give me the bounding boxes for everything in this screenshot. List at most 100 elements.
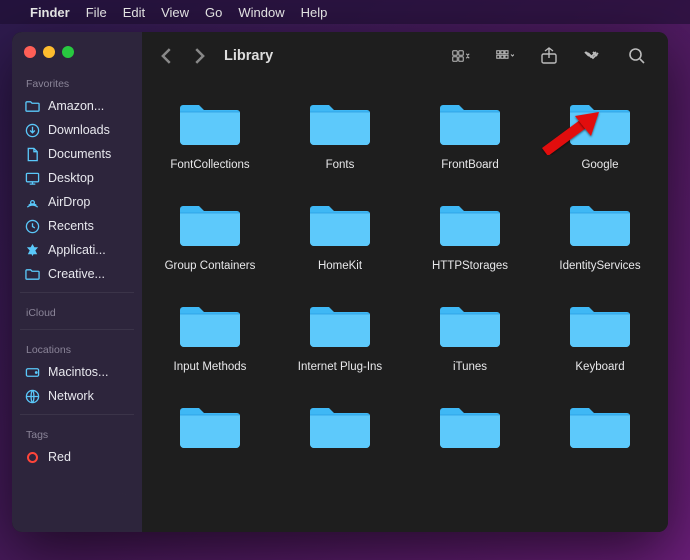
sidebar-item-network[interactable]: Network [12,384,142,408]
sidebar-section-label: Tags [12,421,142,445]
folder-label: iTunes [453,361,487,373]
sidebar-item-label: AirDrop [48,195,90,209]
folder-icon [568,98,632,153]
folder-icon [178,98,242,153]
folder-icon [178,401,242,456]
folder-item[interactable] [280,401,400,462]
folder-icon [438,98,502,153]
folder-icon [308,98,372,153]
folder-icon [308,401,372,456]
back-button[interactable] [156,45,178,67]
sidebar-item-airdrop[interactable]: AirDrop [12,190,142,214]
folder-label: FontCollections [170,159,249,171]
folder-icon [308,300,372,355]
download-icon [24,122,40,138]
folder-item[interactable] [410,401,530,462]
folder-label: Internet Plug-Ins [298,361,382,373]
folder-google[interactable]: Google [540,98,660,171]
window-controls [12,42,142,70]
clock-icon [24,218,40,234]
sidebar-item-macintos[interactable]: Macintos... [12,360,142,384]
sidebar: FavoritesAmazon...DownloadsDocumentsDesk… [12,32,142,532]
sidebar-item-label: Amazon... [48,99,104,113]
sidebar-item-label: Applicati... [48,243,106,257]
share-button[interactable] [532,47,566,65]
sidebar-item-desktop[interactable]: Desktop [12,166,142,190]
folder-icon [568,300,632,355]
folder-icon [24,98,40,114]
folder-fonts[interactable]: Fonts [280,98,400,171]
document-icon [24,146,40,162]
sidebar-item-red[interactable]: Red [12,445,142,469]
sidebar-item-downloads[interactable]: Downloads [12,118,142,142]
sidebar-item-recents[interactable]: Recents [12,214,142,238]
app-icon [24,242,40,258]
folder-itunes[interactable]: iTunes [410,300,530,373]
tag-icon [24,449,40,465]
disk-icon [24,364,40,380]
folder-group-containers[interactable]: Group Containers [150,199,270,272]
sidebar-item-amazon[interactable]: Amazon... [12,94,142,118]
sidebar-item-applicati[interactable]: Applicati... [12,238,142,262]
overflow-button[interactable] [576,47,610,65]
menu-view[interactable]: View [161,5,189,20]
desktop-icon [24,170,40,186]
zoom-button[interactable] [62,46,74,58]
sidebar-item-label: Network [48,389,94,403]
folder-item[interactable] [540,401,660,462]
content-area: FontCollections Fonts FrontBoardGoogle Grou… [142,80,668,532]
sidebar-item-documents[interactable]: Documents [12,142,142,166]
folder-frontboard[interactable]: FrontBoard [410,98,530,171]
minimize-button[interactable] [43,46,55,58]
folder-label: Group Containers [165,260,256,272]
search-button[interactable] [620,47,654,65]
menu-edit[interactable]: Edit [123,5,145,20]
menu-file[interactable]: File [86,5,107,20]
close-button[interactable] [24,46,36,58]
group-menu[interactable] [488,47,522,65]
folder-fontcollections[interactable]: FontCollections [150,98,270,171]
sidebar-item-label: Documents [48,147,111,161]
folder-input-methods[interactable]: Input Methods [150,300,270,373]
folder-icon [308,199,372,254]
folder-homekit[interactable]: HomeKit [280,199,400,272]
forward-button[interactable] [188,45,210,67]
sidebar-item-creative[interactable]: Creative... [12,262,142,286]
folder-internet-plug-ins[interactable]: Internet Plug-Ins [280,300,400,373]
airdrop-icon [24,194,40,210]
system-menubar: Finder File Edit View Go Window Help [0,0,690,24]
folder-icon [178,199,242,254]
sidebar-item-label: Macintos... [48,365,108,379]
folder-item[interactable] [150,401,270,462]
folder-icon [568,199,632,254]
toolbar: Library [142,32,668,80]
folder-icon [178,300,242,355]
sidebar-section-label: Locations [12,336,142,360]
folder-label: Keyboard [575,361,624,373]
folder-identityservices[interactable]: IdentityServices [540,199,660,272]
folder-keyboard[interactable]: Keyboard [540,300,660,373]
folder-label: Fonts [326,159,355,171]
globe-icon [24,388,40,404]
menu-window[interactable]: Window [238,5,284,20]
sidebar-item-label: Downloads [48,123,110,137]
menu-help[interactable]: Help [301,5,328,20]
sidebar-item-label: Creative... [48,267,105,281]
finder-window: FavoritesAmazon...DownloadsDocumentsDesk… [12,32,668,532]
sidebar-item-label: Recents [48,219,94,233]
main-panel: Library FontCollections Fonts FrontBoardGo… [142,32,668,532]
view-switcher[interactable] [444,47,478,65]
folder-label: IdentityServices [559,260,640,272]
sidebar-item-label: Red [48,450,71,464]
app-name[interactable]: Finder [30,5,70,20]
folder-httpstorages[interactable]: HTTPStorages [410,199,530,272]
folder-icon [568,401,632,456]
folder-icon [24,266,40,282]
folder-icon [438,401,502,456]
menu-go[interactable]: Go [205,5,222,20]
folder-label: HTTPStorages [432,260,508,272]
location-title: Library [224,48,273,64]
folder-icon [438,199,502,254]
sidebar-section-label: iCloud [12,299,142,323]
folder-label: HomeKit [318,260,362,272]
